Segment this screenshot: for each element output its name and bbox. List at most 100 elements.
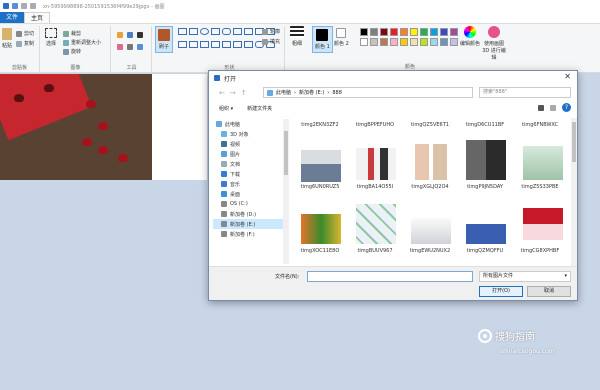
file-thumbnail[interactable] <box>523 146 563 180</box>
sidebar-item-drive-f[interactable]: 新加卷 (F:) <box>213 229 283 239</box>
color-swatch[interactable] <box>400 38 408 46</box>
breadcrumb-item[interactable]: 888 <box>332 90 342 96</box>
file-name[interactable]: timgBUUV967 <box>348 248 402 254</box>
color-swatch[interactable] <box>420 38 428 46</box>
file-name[interactable]: timg6FNBWXC <box>513 122 567 128</box>
cancel-button[interactable]: 取消 <box>527 286 571 297</box>
file-thumbnail[interactable] <box>411 218 451 244</box>
sidebar-item-drive-d[interactable]: 新加卷 (D:) <box>213 209 283 219</box>
file-thumbnail[interactable] <box>523 208 563 240</box>
color-swatch[interactable] <box>450 38 458 46</box>
tab-home[interactable]: 主页 <box>24 12 51 23</box>
breadcrumb-item[interactable]: 新加卷 (E:) <box>299 89 324 96</box>
help-icon[interactable]: ? <box>562 103 571 112</box>
star-shape-icon[interactable] <box>244 40 253 48</box>
sidebar-item-drive-e[interactable]: 新加卷 (E:) <box>213 219 283 229</box>
new-folder-button[interactable]: 新建文件夹 <box>247 105 272 112</box>
preview-pane-icon[interactable] <box>550 104 556 111</box>
color-swatch[interactable] <box>360 28 368 36</box>
save-icon[interactable] <box>12 3 18 9</box>
back-arrow-icon[interactable]: ← <box>219 89 225 97</box>
file-thumbnail[interactable] <box>301 214 341 244</box>
up-arrow-shape-icon[interactable] <box>222 40 231 48</box>
sidebar-item-drive-c[interactable]: OS (C:) <box>213 199 283 209</box>
sidebar-item-music[interactable]: 音乐 <box>213 179 283 189</box>
edit-colors-button[interactable]: 编辑颜色 <box>460 26 480 47</box>
sidebar-item-this-pc[interactable]: 此电脑 <box>213 119 283 129</box>
color-swatch[interactable] <box>390 28 398 36</box>
view-options-icon[interactable] <box>538 104 544 111</box>
color-swatch[interactable] <box>440 28 448 36</box>
file-thumbnail[interactable] <box>466 204 506 244</box>
color-swatch[interactable] <box>400 28 408 36</box>
color2-button[interactable]: 颜色 2 <box>334 28 349 47</box>
navigation-scrollbar[interactable] <box>283 119 289 264</box>
file-name[interactable]: timgD6CU11BF <box>458 122 512 128</box>
size-button[interactable]: 粗细 <box>290 26 304 47</box>
color-swatch[interactable] <box>450 28 458 36</box>
left-arrow-shape-icon[interactable] <box>211 40 220 48</box>
outline-button[interactable]: 轮廓 <box>262 28 280 35</box>
color1-button[interactable]: 颜色 1 <box>312 26 333 53</box>
file-name[interactable]: timg6UN0RUZ5 <box>293 184 347 190</box>
color-swatch[interactable] <box>410 28 418 36</box>
search-input[interactable]: 搜索"888" <box>479 87 571 98</box>
sidebar-item-pictures[interactable]: 图片 <box>213 149 283 159</box>
file-name[interactable]: timgP9JN5DAY <box>458 184 512 190</box>
file-name[interactable]: timgBPPEFUHO <box>348 122 402 128</box>
color-swatch[interactable] <box>410 38 418 46</box>
file-name[interactable]: timgXGLJQ2O4 <box>403 184 457 190</box>
undo-icon[interactable] <box>21 3 27 9</box>
tab-file[interactable]: 文件 <box>0 12 25 23</box>
file-name[interactable]: timgQZ5VE6T1 <box>403 122 457 128</box>
open-button[interactable]: 打开(O) <box>479 286 523 297</box>
color-swatch[interactable] <box>390 38 398 46</box>
color-swatch[interactable] <box>370 38 378 46</box>
color-swatch[interactable] <box>360 38 368 46</box>
text-icon[interactable] <box>137 32 143 38</box>
file-name[interactable]: timg2EKN3ZF2 <box>293 122 347 128</box>
polygon-shape-icon[interactable] <box>233 28 242 35</box>
color-swatch[interactable] <box>380 28 388 36</box>
brush-button[interactable]: 刷子 <box>155 26 173 53</box>
copy-button[interactable]: 复制 <box>16 40 34 47</box>
forward-arrow-icon[interactable]: → <box>230 89 236 97</box>
scrollbar-thumb[interactable] <box>284 131 288 175</box>
line-shape-icon[interactable] <box>178 28 187 35</box>
rotate-button[interactable]: 旋转 <box>63 48 81 55</box>
file-thumbnail[interactable] <box>466 140 506 180</box>
organize-button[interactable]: 组织 ▾ <box>219 105 233 112</box>
paste-button[interactable]: 粘贴 <box>2 28 12 49</box>
file-name[interactable]: timgXOC11E8O <box>293 248 347 254</box>
filename-input[interactable] <box>307 271 473 282</box>
fill-icon[interactable] <box>127 32 133 38</box>
file-thumbnail[interactable] <box>411 144 451 180</box>
filetype-select[interactable]: 所有图片文件 ▾ <box>479 271 571 282</box>
file-thumbnail[interactable] <box>301 142 341 182</box>
file-name[interactable]: timgBA14O55I <box>348 184 402 190</box>
scrollbar-thumb[interactable] <box>572 122 576 162</box>
file-name[interactable]: timgQZMQFFU <box>458 248 512 254</box>
file-name[interactable]: timgCG8XPHBF <box>513 248 567 254</box>
sidebar-item-desktop[interactable]: 桌面 <box>213 189 283 199</box>
pentagon-shape-icon[interactable] <box>178 40 187 48</box>
eraser-icon[interactable] <box>117 44 123 50</box>
fill-button[interactable]: 填充 <box>262 38 280 45</box>
sidebar-item-downloads[interactable]: 下载 <box>213 169 283 179</box>
color-swatch[interactable] <box>380 38 388 46</box>
sidebar-item-documents[interactable]: 文档 <box>213 159 283 169</box>
color-picker-icon[interactable] <box>127 44 133 50</box>
pencil-icon[interactable] <box>117 32 123 38</box>
color-swatch[interactable] <box>420 28 428 36</box>
file-name[interactable]: timgEWU2NUX2 <box>403 248 457 254</box>
sidebar-item-videos[interactable]: 视频 <box>213 139 283 149</box>
crop-button[interactable]: 裁剪 <box>63 30 81 37</box>
file-thumbnail[interactable] <box>356 204 396 244</box>
color-swatch[interactable] <box>370 28 378 36</box>
close-icon[interactable]: ✕ <box>564 72 571 81</box>
color-swatch[interactable] <box>440 38 448 46</box>
down-arrow-shape-icon[interactable] <box>233 40 242 48</box>
color-swatch[interactable] <box>430 28 438 36</box>
paint3d-button[interactable]: 使用画图 3D 进行编辑 <box>482 26 506 61</box>
up-arrow-icon[interactable]: ↑ <box>241 89 247 97</box>
